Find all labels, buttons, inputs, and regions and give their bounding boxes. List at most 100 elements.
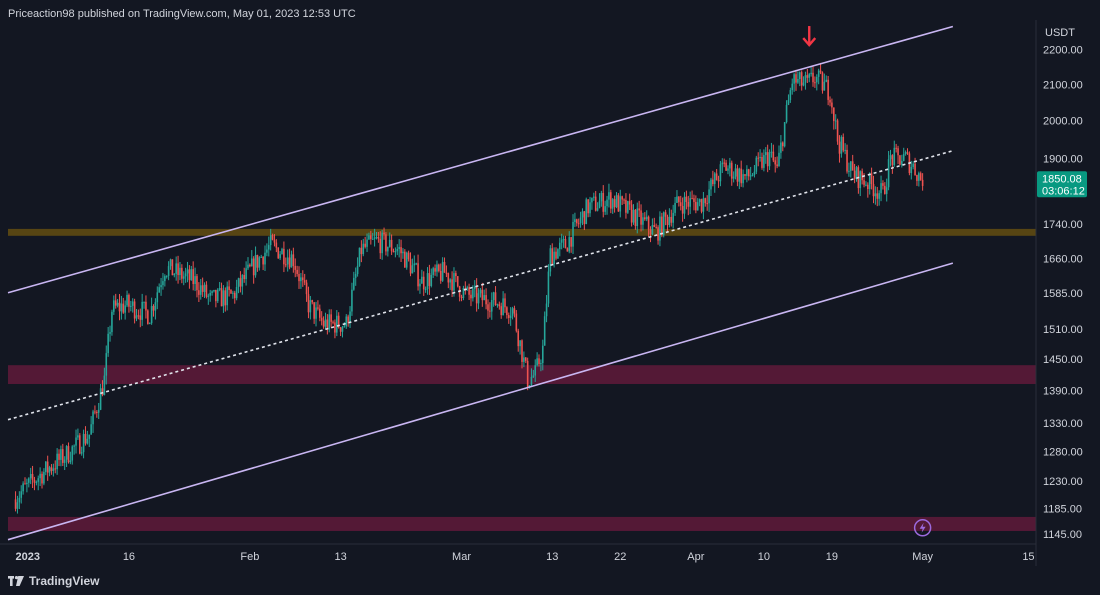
- candle-body: [696, 202, 699, 211]
- candle-body: [392, 251, 395, 253]
- price-tick-label: 1145.00: [1043, 529, 1082, 541]
- candle-body: [761, 157, 763, 168]
- candle-body: [381, 232, 383, 254]
- candle-body: [358, 247, 361, 266]
- candle-body: [625, 200, 627, 213]
- candle-body: [50, 467, 53, 471]
- candle-body: [317, 307, 319, 309]
- candle-body: [593, 196, 595, 198]
- candle-body: [644, 217, 646, 220]
- candle-body: [602, 193, 605, 212]
- price-tick-label: 1660.00: [1043, 254, 1083, 266]
- candle-body: [549, 248, 552, 272]
- candle-body: [167, 266, 170, 276]
- candle-body: [712, 179, 714, 185]
- candle-body: [734, 168, 737, 177]
- candle-body: [812, 72, 814, 83]
- candle-body: [483, 295, 486, 301]
- candle-body: [313, 302, 315, 319]
- candle-body: [751, 174, 754, 176]
- candle-body: [521, 340, 523, 362]
- candle-body: [84, 433, 87, 444]
- candle-body: [901, 160, 903, 165]
- candle-body: [328, 314, 331, 330]
- candle-body: [371, 238, 374, 240]
- candle-body: [570, 237, 572, 247]
- candle-body: [198, 290, 200, 295]
- candle-body: [831, 102, 833, 108]
- candle-body: [683, 196, 686, 214]
- candle-body: [496, 304, 499, 306]
- candle-body: [373, 237, 376, 239]
- candle-body: [266, 249, 268, 253]
- candle-body: [870, 173, 873, 185]
- time-tick-label: 22: [614, 551, 626, 563]
- candle-body: [596, 208, 599, 211]
- candle-body: [519, 340, 521, 347]
- candle-body: [281, 248, 283, 255]
- channel-lines-layer: [7, 25, 954, 541]
- candle-body: [810, 72, 812, 75]
- channel-upper-line[interactable]: [7, 25, 954, 294]
- candle-body: [668, 216, 671, 226]
- candle-body: [398, 247, 400, 249]
- candle-body: [402, 251, 404, 254]
- candle-body: [120, 303, 123, 312]
- candle-body: [848, 170, 850, 172]
- candle-body: [428, 273, 431, 286]
- candle-body: [853, 170, 856, 179]
- candle-body: [906, 152, 909, 154]
- candle-body: [22, 483, 24, 492]
- candle-body: [781, 142, 784, 147]
- candle-body: [753, 171, 756, 175]
- candle-body: [579, 217, 582, 224]
- price-chart[interactable]: USDT 2200.00 2100.00 2000.00 1900.00 1740.00…: [0, 0, 1100, 566]
- tradingview-logo-icon[interactable]: [8, 575, 24, 586]
- candle-body: [56, 453, 58, 470]
- candle-body: [681, 206, 684, 214]
- candle-body: [190, 269, 193, 281]
- candle-body: [345, 316, 348, 327]
- candle-body: [634, 209, 637, 227]
- candle-body: [576, 219, 578, 224]
- candle-body: [553, 251, 555, 265]
- price-tick-label: 1390.00: [1043, 385, 1083, 397]
- time-tick-label: 15: [1022, 551, 1034, 563]
- candle-body: [806, 75, 809, 78]
- price-tick-label: 1185.00: [1043, 504, 1082, 516]
- candle-body: [884, 185, 886, 194]
- candle-body: [103, 375, 106, 396]
- candle-body: [354, 274, 357, 278]
- price-tick-label: 1900.00: [1043, 154, 1083, 166]
- candle-body: [52, 468, 55, 471]
- candle-body: [511, 308, 514, 316]
- candle-body: [275, 242, 278, 248]
- footer: TradingView: [0, 566, 1100, 595]
- last-price-countdown: 03:06:12: [1042, 185, 1085, 197]
- candle-body: [353, 277, 355, 290]
- channel-lower-line[interactable]: [7, 262, 954, 541]
- candle-body: [343, 326, 346, 328]
- price-tick-label: 1585.00: [1043, 288, 1083, 300]
- time-tick-label: 10: [758, 551, 770, 563]
- candle-body: [887, 159, 890, 188]
- candle-body: [587, 199, 589, 214]
- candle-body: [247, 264, 249, 269]
- candle-body: [332, 321, 334, 323]
- candle-body: [804, 75, 807, 83]
- candle-body: [850, 161, 852, 171]
- candle-body: [107, 333, 109, 354]
- candle-body: [653, 224, 656, 228]
- candle-body: [706, 203, 708, 205]
- candle-body: [31, 473, 34, 480]
- footer-brand[interactable]: TradingView: [29, 574, 99, 588]
- candle-body: [904, 152, 907, 155]
- candle-body: [536, 358, 538, 366]
- candle-body: [27, 478, 30, 483]
- candle-body: [882, 183, 884, 186]
- candle-body: [181, 267, 183, 279]
- candle-body: [859, 171, 862, 189]
- zone-band: [8, 228, 1036, 236]
- candle-body: [292, 254, 295, 267]
- candle-body: [914, 163, 916, 175]
